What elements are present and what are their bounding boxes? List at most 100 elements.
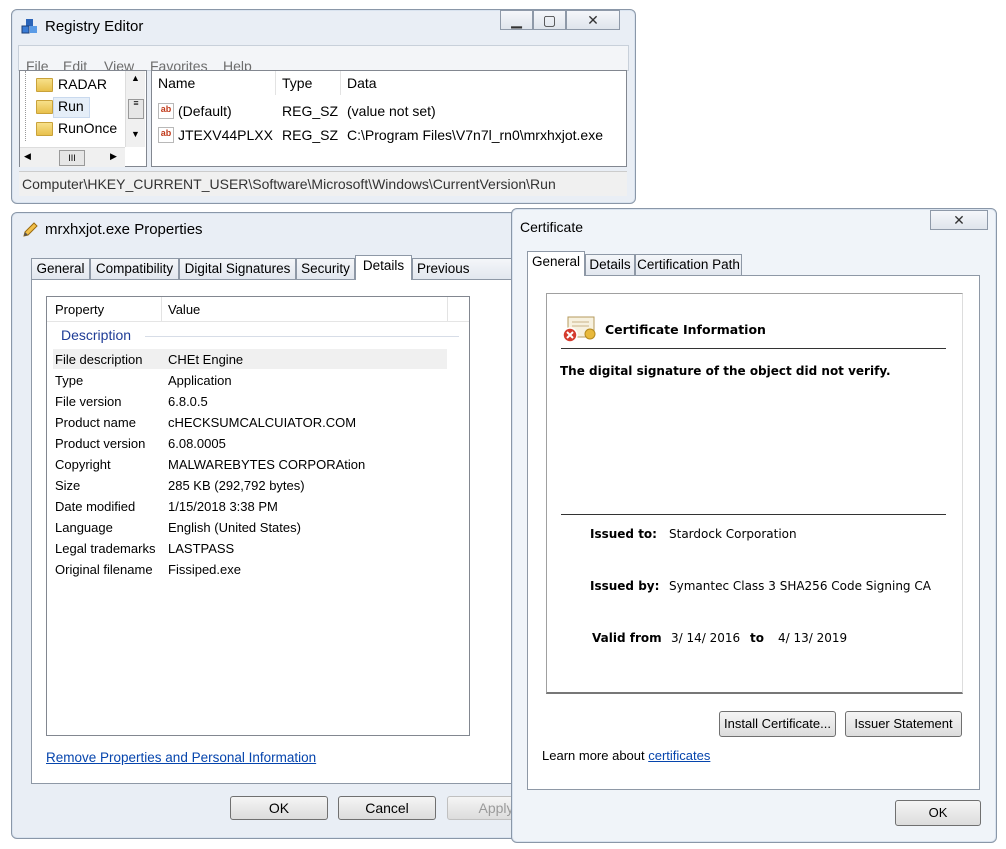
cert-info-title: Certificate Information: [605, 322, 766, 337]
issued-by-label: Issued by:: [590, 579, 660, 593]
table-row[interactable]: Size 285 KB (292,792 bytes): [53, 475, 445, 496]
folder-icon: [36, 100, 53, 114]
value-type: REG_SZ: [282, 127, 339, 143]
property-name: Type: [55, 373, 84, 388]
registry-values-pane[interactable]: Name Type Data ab (Default) REG_SZ (valu…: [151, 70, 627, 167]
section-rule: [145, 336, 459, 337]
tree-dotted-line: [25, 71, 26, 141]
tree-vertical-scrollbar[interactable]: ▲ ≡ ▼: [125, 71, 145, 147]
table-row[interactable]: File description CHEt Engine: [53, 349, 445, 370]
column-type[interactable]: Type: [276, 71, 341, 95]
property-value: MALWAREBYTES CORPORAtion: [168, 457, 366, 472]
table-row[interactable]: Copyright MALWAREBYTES CORPORAtion: [53, 454, 445, 475]
property-name: Original filename: [55, 562, 153, 577]
tree-horizontal-scrollbar[interactable]: ◀ III ▶: [20, 147, 125, 167]
maximize-button[interactable]: ▢: [533, 10, 566, 30]
property-value: CHEt Engine: [168, 352, 244, 367]
scroll-thumb[interactable]: ≡: [128, 99, 144, 119]
column-property[interactable]: Property: [55, 302, 104, 317]
folder-icon: [36, 78, 53, 92]
cancel-button[interactable]: Cancel: [338, 796, 436, 820]
issued-to-label: Issued to:: [590, 527, 657, 541]
value-name[interactable]: JTEXV44PLXX: [178, 127, 273, 143]
install-certificate-button[interactable]: Install Certificate...: [719, 711, 836, 737]
column-name[interactable]: Name: [152, 71, 276, 95]
registry-status-path: Computer\HKEY_CURRENT_USER\Software\Micr…: [22, 176, 556, 192]
scroll-down-arrow-icon[interactable]: ▼: [131, 129, 140, 139]
table-row[interactable]: Product name cHECKSUMCALCUIATOR.COM: [53, 412, 445, 433]
table-row[interactable]: Legal trademarks LASTPASS: [53, 538, 445, 559]
cert-warning-text: The digital signature of the object did …: [560, 364, 891, 378]
issued-by-value: Symantec Class 3 SHA256 Code Signing CA: [669, 579, 931, 593]
valid-from-label: Valid from: [592, 631, 662, 645]
ok-button[interactable]: OK: [230, 796, 328, 820]
table-row[interactable]: Language English (United States): [53, 517, 445, 538]
details-list[interactable]: Property Value Description File descript…: [46, 296, 470, 736]
table-row[interactable]: Product version 6.08.0005: [53, 433, 445, 454]
property-name: File version: [55, 394, 122, 409]
valid-from-value: 3/ 14/ 2016: [671, 631, 741, 645]
column-divider: [447, 297, 448, 321]
tree-item-radar[interactable]: RADAR: [58, 76, 107, 92]
close-button[interactable]: ✕: [566, 10, 620, 30]
properties-title: mrxhxjot.exe Properties: [45, 221, 203, 238]
issuer-statement-button[interactable]: Issuer Statement: [845, 711, 962, 737]
column-divider: [161, 297, 162, 321]
table-row[interactable]: Original filename Fissiped.exe: [53, 559, 445, 580]
tree-item-runonce[interactable]: RunOnce: [58, 120, 117, 136]
table-row[interactable]: Type Application: [53, 370, 445, 391]
table-row[interactable]: File version 6.8.0.5: [53, 391, 445, 412]
scroll-left-arrow-icon[interactable]: ◀: [24, 151, 31, 162]
property-name: Language: [55, 520, 113, 535]
certificate-titlebar[interactable]: Certificate ✕: [512, 209, 996, 241]
cert-info-panel: Certificate Information The digital sign…: [546, 293, 963, 694]
cert-tab-page: Certificate Information The digital sign…: [527, 275, 980, 790]
tab-security[interactable]: Security: [296, 258, 355, 280]
tab-previous-versions[interactable]: Previous Versions: [412, 258, 522, 280]
valid-to-value: 4/ 13/ 2019: [778, 631, 848, 645]
tab-digital-signatures[interactable]: Digital Signatures: [179, 258, 296, 280]
property-name: Product version: [55, 436, 146, 451]
scroll-h-thumb[interactable]: III: [59, 150, 85, 166]
close-button[interactable]: ✕: [930, 210, 988, 230]
value-data: C:\Program Files\V7n7l_rn0\mrxhxjot.exe: [347, 127, 603, 143]
column-value[interactable]: Value: [168, 302, 200, 317]
issued-to-value: Stardock Corporation: [669, 527, 797, 541]
string-value-icon: ab: [158, 127, 174, 143]
property-name: File description: [55, 352, 143, 367]
tab-cert-details[interactable]: Details: [585, 254, 635, 276]
registry-tree-pane[interactable]: RADAR Run RunOnce ▲ ≡ ▼ ◀ III ▶: [19, 70, 147, 167]
certificate-error-icon: [562, 315, 597, 343]
tab-general[interactable]: General: [31, 258, 90, 280]
minimize-button[interactable]: ▁: [500, 10, 533, 30]
tab-cert-path[interactable]: Certification Path: [635, 254, 742, 276]
scroll-up-arrow-icon[interactable]: ▲: [131, 73, 140, 83]
table-row[interactable]: Date modified 1/15/2018 3:38 PM: [53, 496, 445, 517]
section-description: Description: [61, 327, 132, 343]
tab-cert-general[interactable]: General: [527, 251, 585, 276]
property-value: Application: [168, 373, 232, 388]
scroll-right-arrow-icon[interactable]: ▶: [110, 151, 117, 162]
property-name: Size: [55, 478, 81, 493]
property-value: 6.08.0005: [168, 436, 226, 451]
value-type: REG_SZ: [282, 103, 339, 119]
remove-properties-link[interactable]: Remove Properties and Personal Informati…: [46, 750, 316, 765]
registry-editor-window: Registry Editor ▁ ▢ ✕ File Edit View Fav…: [11, 9, 636, 204]
pencil-icon: [21, 221, 39, 239]
tree-item-run[interactable]: Run: [58, 98, 84, 114]
certificate-title: Certificate: [520, 219, 584, 235]
property-value: LASTPASS: [168, 541, 235, 556]
cert-ok-button[interactable]: OK: [895, 800, 981, 826]
registry-titlebar[interactable]: Registry Editor ▁ ▢ ✕: [12, 10, 635, 42]
properties-titlebar[interactable]: mrxhxjot.exe Properties: [12, 213, 524, 245]
certificates-link[interactable]: certificates: [648, 748, 710, 763]
column-data[interactable]: Data: [341, 71, 626, 95]
learn-more-text: Learn more about certificates: [542, 748, 710, 763]
property-name: Date modified: [55, 499, 136, 514]
cert-details-rule: [561, 514, 946, 515]
value-name[interactable]: (Default): [178, 103, 232, 119]
tab-details[interactable]: Details: [355, 255, 412, 280]
cert-title-rule: [561, 348, 946, 349]
tab-compatibility[interactable]: Compatibility: [90, 258, 179, 280]
property-value: 6.8.0.5: [168, 394, 208, 409]
